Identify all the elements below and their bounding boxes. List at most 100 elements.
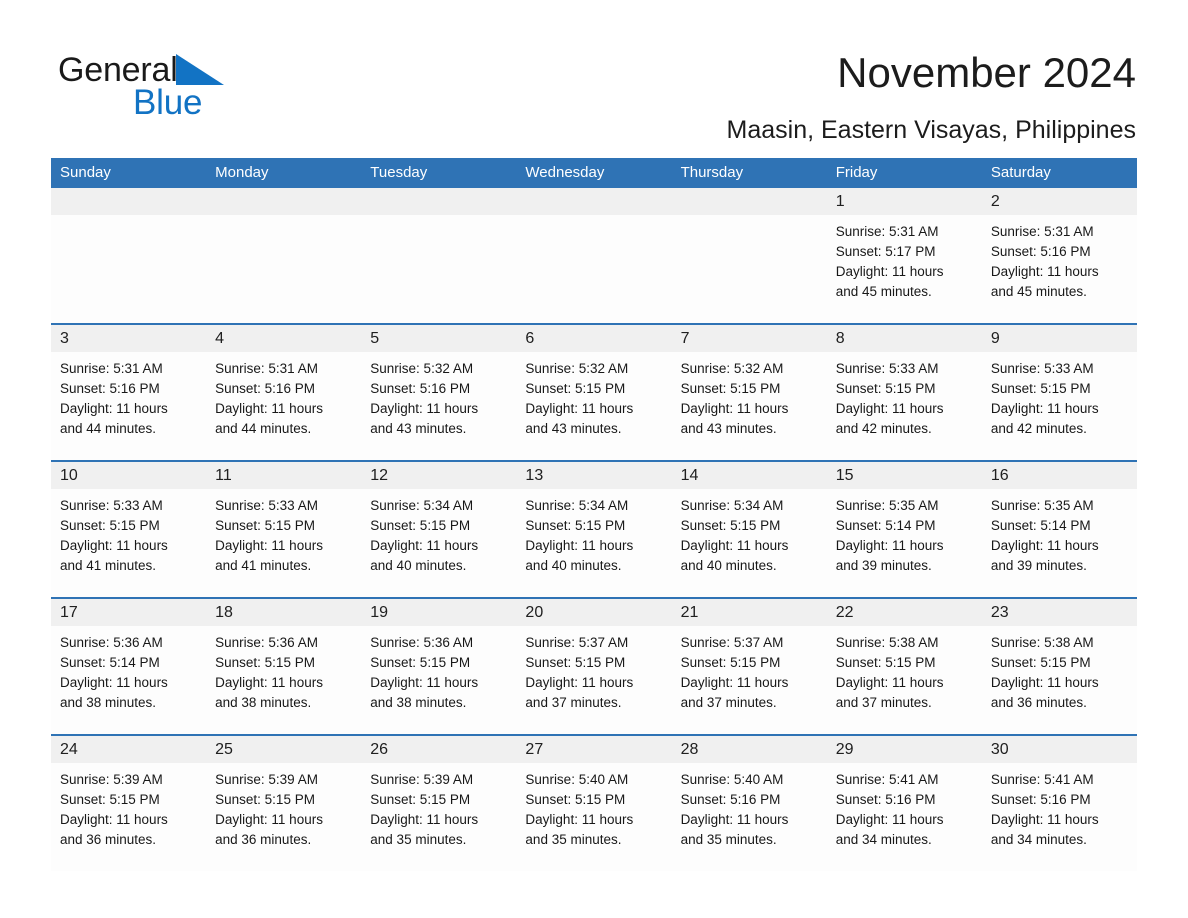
- sunset-text: Sunset: 5:16 PM: [990, 792, 1091, 807]
- day-number: 6: [516, 325, 672, 352]
- calendar-day-cell[interactable]: 15 Sunrise: 5:35 AM Sunset: 5:14 PM Dayligh…: [826, 462, 982, 597]
- sunset-text: Sunset: 5:15 PM: [835, 381, 936, 396]
- day-details: Sunrise: 5:31 AM Sunset: 5:16 PM Daylight:…: [51, 352, 206, 439]
- calendar-day-cell[interactable]: 18 Sunrise: 5:36 AM Sunset: 5:15 PM Dayligh…: [206, 599, 362, 734]
- calendar-day-cell[interactable]: 5 Sunrise: 5:32 AM Sunset: 5:16 PM Daylight…: [361, 325, 517, 460]
- day-number: 7: [671, 325, 827, 352]
- calendar-week-row: 3 Sunrise: 5:31 AM Sunset: 5:16 PM Daylight…: [51, 323, 1137, 460]
- calendar-day-cell[interactable]: 3 Sunrise: 5:31 AM Sunset: 5:16 PM Daylight…: [51, 325, 207, 460]
- weekday-header-monday: Monday: [215, 164, 269, 181]
- calendar-day-cell[interactable]: 29 Sunrise: 5:41 AM Sunset: 5:16 PM Dayligh…: [826, 736, 982, 871]
- day-number: [361, 188, 517, 215]
- calendar-day-cell[interactable]: 9 Sunrise: 5:33 AM Sunset: 5:15 PM Daylight…: [981, 325, 1137, 460]
- calendar-day-cell[interactable]: 10 Sunrise: 5:33 AM Sunset: 5:15 PM Dayligh…: [51, 462, 207, 597]
- sunrise-text: Sunrise: 5:38 AM: [835, 635, 939, 650]
- calendar-day-cell[interactable]: 8 Sunrise: 5:33 AM Sunset: 5:15 PM Daylight…: [826, 325, 982, 460]
- day-number: [671, 188, 827, 215]
- calendar-day-cell[interactable]: 24 Sunrise: 5:39 AM Sunset: 5:15 PM Dayligh…: [51, 736, 207, 871]
- sunrise-text: Sunrise: 5:31 AM: [60, 361, 163, 376]
- day-number: 19: [361, 599, 517, 626]
- sunset-text: Sunset: 5:15 PM: [60, 792, 160, 807]
- calendar-week-row: 17 Sunrise: 5:36 AM Sunset: 5:14 PM Dayligh…: [51, 597, 1137, 734]
- sunset-text: Sunset: 5:14 PM: [990, 518, 1091, 533]
- calendar-day-cell[interactable]: 1 Sunrise: 5:31 AM Sunset: 5:17 PM Daylight…: [826, 188, 982, 323]
- sunset-text: Sunset: 5:15 PM: [990, 381, 1091, 396]
- daylight-text-line2: and 41 minutes.: [215, 558, 312, 573]
- sunset-text: Sunset: 5:15 PM: [525, 381, 626, 396]
- weekday-header-wednesday: Wednesday: [525, 164, 605, 181]
- calendar-day-cell[interactable]: 6 Sunrise: 5:32 AM Sunset: 5:15 PM Daylight…: [516, 325, 672, 460]
- day-number: 3: [51, 325, 207, 352]
- day-number: 8: [826, 325, 982, 352]
- calendar-day-cell[interactable]: 7 Sunrise: 5:32 AM Sunset: 5:15 PM Daylight…: [671, 325, 827, 460]
- calendar-day-cell[interactable]: 26 Sunrise: 5:39 AM Sunset: 5:15 PM Dayligh…: [361, 736, 517, 871]
- day-number: 24: [51, 736, 207, 763]
- daylight-text-line2: and 34 minutes.: [990, 832, 1087, 847]
- day-number: 13: [516, 462, 672, 489]
- day-number: 15: [826, 462, 982, 489]
- sunset-text: Sunset: 5:14 PM: [835, 518, 936, 533]
- daylight-text-line1: Daylight: 11 hours: [990, 812, 1099, 827]
- calendar-day-cell[interactable]: 21 Sunrise: 5:37 AM Sunset: 5:15 PM Dayligh…: [671, 599, 827, 734]
- daylight-text-line1: Daylight: 11 hours: [60, 675, 168, 690]
- calendar-day-cell[interactable]: 19 Sunrise: 5:36 AM Sunset: 5:15 PM Dayligh…: [361, 599, 517, 734]
- calendar-day-cell[interactable]: 30 Sunrise: 5:41 AM Sunset: 5:16 PM Dayligh…: [981, 736, 1137, 871]
- weekday-header-thursday: Thursday: [680, 164, 744, 181]
- calendar-day-cell[interactable]: 28 Sunrise: 5:40 AM Sunset: 5:16 PM Dayligh…: [671, 736, 827, 871]
- day-number: 4: [206, 325, 362, 352]
- calendar-day-cell[interactable]: 16 Sunrise: 5:35 AM Sunset: 5:14 PM Dayligh…: [981, 462, 1137, 597]
- page-subtitle-location: Maasin, Eastern Visayas, Philippines: [726, 116, 1136, 144]
- calendar-week-row: 10 Sunrise: 5:33 AM Sunset: 5:15 PM Dayligh…: [51, 460, 1137, 597]
- calendar-day-cell[interactable]: 17 Sunrise: 5:36 AM Sunset: 5:14 PM Dayligh…: [51, 599, 207, 734]
- daylight-text-line1: Daylight: 11 hours: [525, 675, 634, 690]
- sunrise-text: Sunrise: 5:40 AM: [525, 772, 629, 787]
- page-title: November 2024: [837, 49, 1136, 96]
- weekday-header-tuesday: Tuesday: [370, 164, 428, 181]
- day-number: 22: [826, 599, 982, 626]
- day-details: Sunrise: 5:41 AM Sunset: 5:16 PM Daylight:…: [982, 763, 1137, 850]
- daylight-text-line2: and 35 minutes.: [370, 832, 467, 847]
- calendar-day-cell[interactable]: 22 Sunrise: 5:38 AM Sunset: 5:15 PM Dayligh…: [826, 599, 982, 734]
- calendar-day-cell-empty: [51, 188, 207, 323]
- triangle-flag-icon: [175, 54, 224, 85]
- sunset-text: Sunset: 5:15 PM: [680, 655, 781, 670]
- daylight-text-line1: Daylight: 11 hours: [680, 538, 789, 553]
- daylight-text-line1: Daylight: 11 hours: [990, 264, 1099, 279]
- calendar-day-cell[interactable]: 2 Sunrise: 5:31 AM Sunset: 5:16 PM Daylight…: [981, 188, 1137, 323]
- calendar-day-cell[interactable]: 27 Sunrise: 5:40 AM Sunset: 5:15 PM Dayligh…: [516, 736, 672, 871]
- sunrise-text: Sunrise: 5:34 AM: [680, 498, 784, 513]
- calendar-day-cell[interactable]: 13 Sunrise: 5:34 AM Sunset: 5:15 PM Dayligh…: [516, 462, 672, 597]
- sunrise-text: Sunrise: 5:32 AM: [680, 361, 784, 376]
- daylight-text-line1: Daylight: 11 hours: [60, 401, 168, 416]
- daylight-text-line2: and 42 minutes.: [990, 421, 1087, 436]
- sunrise-text: Sunrise: 5:40 AM: [680, 772, 784, 787]
- sunrise-text: Sunrise: 5:32 AM: [370, 361, 474, 376]
- daylight-text-line2: and 44 minutes.: [215, 421, 312, 436]
- daylight-text-line1: Daylight: 11 hours: [215, 401, 323, 416]
- title-block: November 2024 Maasin, Eastern Visayas, P…: [727, 48, 1136, 146]
- day-number: 16: [981, 462, 1137, 489]
- calendar-week-row: 1 Sunrise: 5:31 AM Sunset: 5:17 PM Daylight…: [51, 188, 1137, 323]
- day-number: 20: [516, 599, 672, 626]
- calendar-day-cell[interactable]: 12 Sunrise: 5:34 AM Sunset: 5:15 PM Dayligh…: [361, 462, 517, 597]
- brand-logo[interactable]: General Blue: [58, 50, 378, 130]
- sunrise-text: Sunrise: 5:41 AM: [990, 772, 1094, 787]
- day-number: 10: [51, 462, 207, 489]
- daylight-text-line1: Daylight: 11 hours: [990, 401, 1099, 416]
- daylight-text-line1: Daylight: 11 hours: [680, 812, 789, 827]
- sunset-text: Sunset: 5:17 PM: [835, 244, 936, 259]
- daylight-text-line2: and 39 minutes.: [835, 558, 932, 573]
- calendar-day-cell[interactable]: 4 Sunrise: 5:31 AM Sunset: 5:16 PM Daylight…: [206, 325, 362, 460]
- calendar-day-cell[interactable]: 23 Sunrise: 5:38 AM Sunset: 5:15 PM Dayligh…: [981, 599, 1137, 734]
- calendar-day-cell[interactable]: 14 Sunrise: 5:34 AM Sunset: 5:15 PM Dayligh…: [671, 462, 827, 597]
- calendar-day-cell[interactable]: 25 Sunrise: 5:39 AM Sunset: 5:15 PM Dayligh…: [206, 736, 362, 871]
- calendar-day-cell[interactable]: 20 Sunrise: 5:37 AM Sunset: 5:15 PM Dayligh…: [516, 599, 672, 734]
- sunset-text: Sunset: 5:14 PM: [60, 655, 160, 670]
- calendar-day-cell[interactable]: 11 Sunrise: 5:33 AM Sunset: 5:15 PM Dayligh…: [206, 462, 362, 597]
- day-number: 29: [826, 736, 982, 763]
- day-number: 28: [671, 736, 827, 763]
- day-number: 9: [981, 325, 1137, 352]
- day-number: 30: [981, 736, 1137, 763]
- daylight-text-line1: Daylight: 11 hours: [990, 538, 1099, 553]
- daylight-text-line1: Daylight: 11 hours: [525, 812, 634, 827]
